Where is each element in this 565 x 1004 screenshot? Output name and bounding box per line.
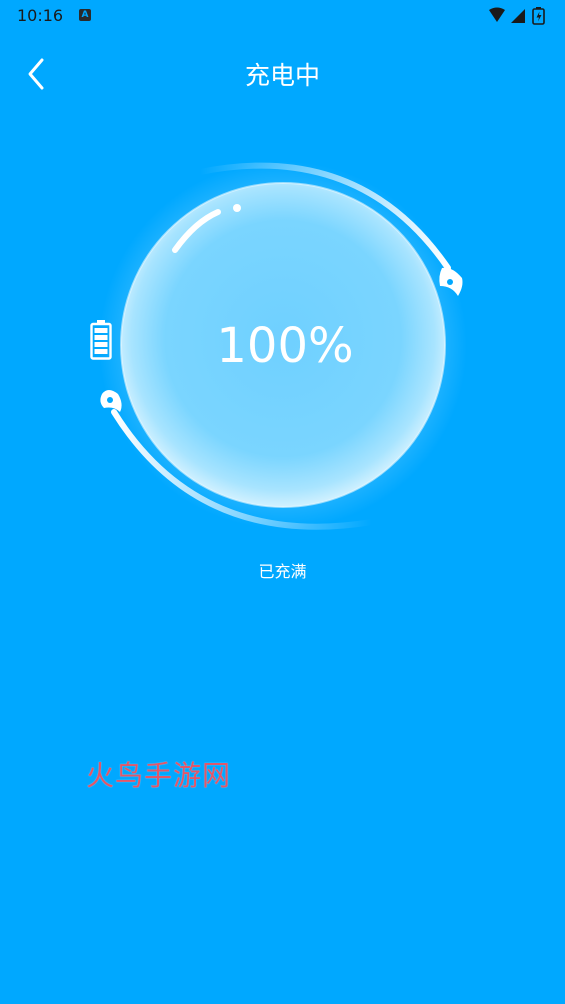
charge-status-text: 已充满 xyxy=(258,562,307,581)
battery-percent: 100% xyxy=(216,318,354,374)
bubble-highlight-dot xyxy=(233,204,241,212)
notification-app-icon: A xyxy=(79,9,91,21)
wifi-icon xyxy=(489,7,505,22)
battery-charging-icon xyxy=(532,7,545,25)
status-icons xyxy=(487,7,551,25)
watermark-text: 火鸟手游网 xyxy=(86,759,232,792)
status-bar: 10:16 A xyxy=(0,0,565,32)
signal-icon xyxy=(511,9,525,23)
page-title: 充电中 xyxy=(244,61,320,90)
status-time: 10:16 xyxy=(17,6,64,25)
gauge-readout: 100% xyxy=(90,318,480,374)
app-bar: 充电中 xyxy=(0,40,565,106)
battery-full-icon xyxy=(90,320,112,360)
charging-gauge: 100% xyxy=(90,150,480,540)
